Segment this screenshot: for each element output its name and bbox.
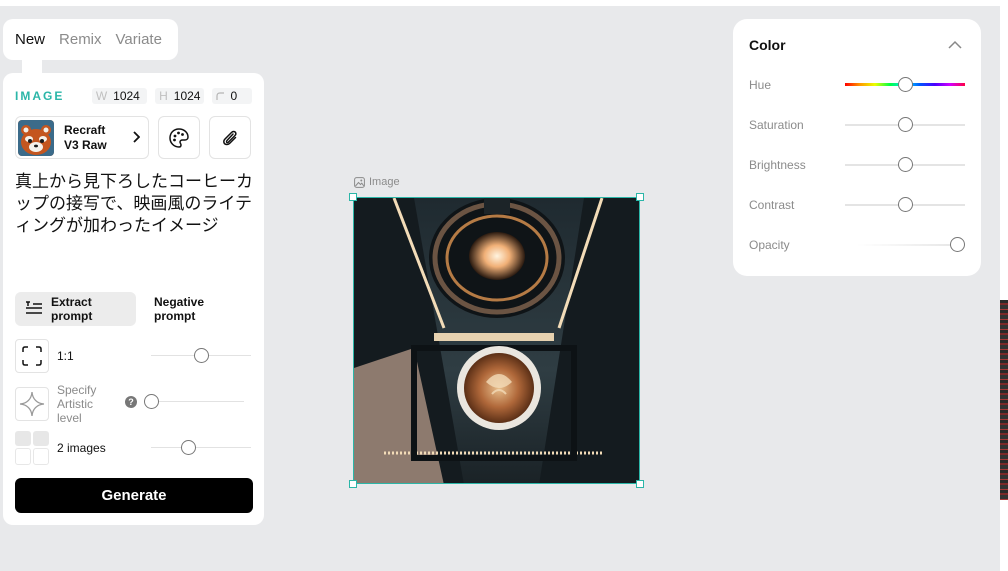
opacity-knob[interactable]	[950, 237, 965, 252]
model-name-line2: V3 Raw	[64, 137, 107, 152]
contrast-knob[interactable]	[898, 197, 913, 212]
width-key: W	[95, 89, 108, 103]
extract-prompt-button[interactable]: Extract prompt	[15, 292, 136, 326]
prompt-tabs: Extract prompt Negative prompt	[15, 292, 256, 326]
resize-handle-top-right[interactable]	[636, 193, 644, 201]
height-field[interactable]: H 1024	[155, 88, 205, 104]
artistic-level-setting: Specify Artistic level	[15, 383, 96, 425]
model-name-line1: Recraft	[64, 122, 106, 137]
image-icon	[354, 176, 365, 188]
artistic-label-line2: Artistic	[57, 397, 93, 411]
text-lines-icon	[25, 300, 43, 318]
aspect-ratio-setting: 1:1	[15, 339, 74, 373]
model-selector[interactable]: Recraft V3 Raw	[15, 116, 149, 159]
tab-remix[interactable]: Remix	[59, 31, 102, 48]
height-value: 1024	[173, 89, 201, 103]
artistic-label-line1: Specify	[57, 383, 97, 397]
aspect-ratio-icon	[22, 346, 42, 366]
image-count-setting: 2 images	[15, 431, 106, 465]
resize-handle-bottom-right[interactable]	[636, 480, 644, 488]
help-icon[interactable]: ?	[125, 396, 137, 408]
opacity-track	[857, 244, 965, 246]
image-count-slider[interactable]	[151, 440, 251, 455]
generation-panel: IMAGE W 1024 H 1024 0 Recraft V3 Raw 真上か…	[3, 73, 264, 525]
attach-button[interactable]	[209, 116, 251, 159]
color-panel-title: Color	[749, 37, 786, 53]
contrast-label: Contrast	[749, 198, 795, 212]
resize-handle-top-left[interactable]	[349, 193, 357, 201]
grid-cell	[15, 431, 31, 446]
image-size-row: IMAGE W 1024 H 1024 0	[15, 88, 252, 104]
hue-knob[interactable]	[898, 77, 913, 92]
chevron-up-icon[interactable]	[948, 36, 962, 54]
tab-new[interactable]: New	[15, 31, 45, 48]
aspect-ratio-label: 1:1	[57, 349, 74, 363]
grid-cell	[33, 448, 49, 465]
saturation-slider[interactable]	[845, 117, 965, 132]
image-count-label: 2 images	[57, 441, 106, 455]
height-key: H	[159, 89, 168, 103]
red-panda-avatar-icon	[18, 119, 54, 156]
grid-cell	[33, 431, 49, 446]
aspect-ratio-knob[interactable]	[194, 348, 209, 363]
canvas-image-caption-text: Image	[369, 176, 400, 188]
window-edge	[1000, 0, 1008, 571]
hue-label: Hue	[749, 78, 772, 92]
artistic-level-knob[interactable]	[144, 394, 159, 409]
grid-cell	[15, 448, 31, 465]
image-count-grid-icon[interactable]	[15, 431, 49, 465]
image-count-knob[interactable]	[181, 440, 196, 455]
coffee-photo	[354, 198, 639, 483]
prompt-textarea[interactable]: 真上から見下ろしたコーヒーカップの接写で、映画風のライティングが加わったイメージ	[15, 171, 255, 237]
generated-image[interactable]	[353, 197, 640, 484]
model-row: Recraft V3 Raw	[15, 116, 251, 159]
negative-prompt-button[interactable]: Negative prompt	[144, 292, 256, 326]
resize-handle-bottom-left[interactable]	[349, 480, 357, 488]
artistic-level-track	[144, 401, 244, 402]
corner-radius-field[interactable]: 0	[212, 88, 252, 104]
corner-radius-value: 0	[230, 89, 238, 103]
top-strip	[0, 0, 1000, 6]
image-section-label: IMAGE	[15, 89, 65, 103]
brightness-slider[interactable]	[845, 157, 965, 172]
color-panel: Color Hue Saturation Brightness Contrast…	[733, 19, 981, 276]
saturation-knob[interactable]	[898, 117, 913, 132]
brightness-label: Brightness	[749, 158, 806, 172]
canvas-image-caption: Image	[354, 176, 400, 188]
width-value: 1024	[113, 89, 140, 103]
extract-prompt-label: Extract prompt	[51, 295, 93, 323]
artistic-level-button[interactable]	[15, 387, 49, 421]
brightness-knob[interactable]	[898, 157, 913, 172]
saturation-label: Saturation	[749, 118, 804, 132]
mode-tabs: New Remix Variate	[3, 19, 178, 60]
tab-connector	[22, 58, 42, 74]
aspect-ratio-slider[interactable]	[151, 348, 251, 363]
edge-artifact	[1000, 300, 1008, 500]
aspect-ratio-button[interactable]	[15, 339, 49, 373]
opacity-slider[interactable]	[857, 237, 965, 252]
chevron-right-icon	[132, 130, 141, 146]
model-name: Recraft V3 Raw	[64, 123, 132, 153]
artistic-label-line3: level	[57, 411, 82, 425]
contrast-slider[interactable]	[845, 197, 965, 212]
negative-prompt-label: Negative prompt	[154, 295, 205, 323]
artistic-level-slider[interactable]	[144, 394, 244, 409]
generate-button[interactable]: Generate	[15, 478, 253, 513]
width-field[interactable]: W 1024	[91, 88, 148, 104]
corner-radius-icon	[216, 89, 225, 103]
opacity-label: Opacity	[749, 238, 790, 252]
sparkle-icon	[19, 391, 45, 417]
style-palette-button[interactable]	[158, 116, 200, 159]
image-count-track	[151, 447, 251, 448]
hue-slider[interactable]	[845, 77, 965, 92]
tab-variate[interactable]: Variate	[116, 31, 162, 48]
paperclip-icon	[223, 130, 237, 145]
palette-icon	[169, 127, 189, 148]
artistic-level-label: Specify Artistic level	[57, 383, 96, 425]
